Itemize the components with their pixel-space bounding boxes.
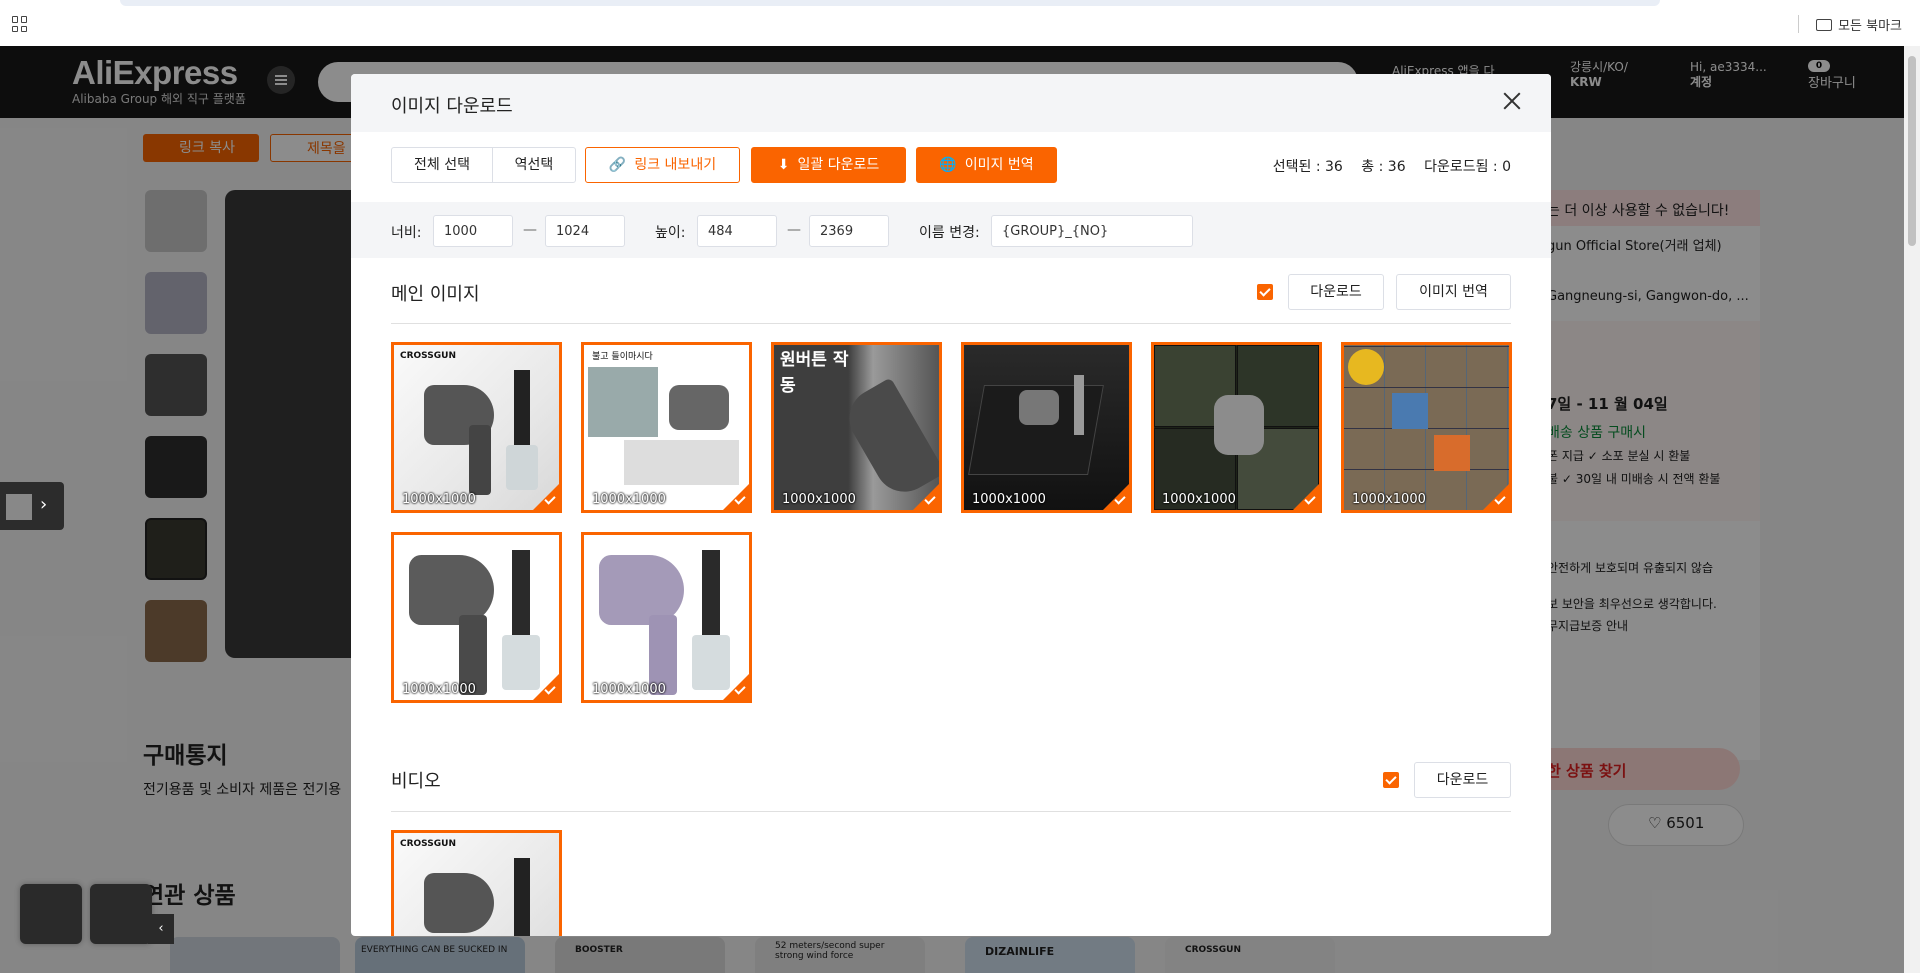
image-card[interactable]: 원버튼 작동 1000x1000 <box>771 342 942 513</box>
downloaded-count: 다운로드됨 : 0 <box>1424 159 1511 175</box>
bulk-download-button[interactable]: ⬇ 일괄 다운로드 <box>751 147 906 183</box>
invert-select-button[interactable]: 역선택 <box>492 147 576 183</box>
total-count: 총 : 36 <box>1361 159 1406 175</box>
image-card[interactable]: 1000x1000 <box>1151 342 1322 513</box>
side-image-widget[interactable]: › <box>0 482 64 530</box>
apps-grid-icon[interactable] <box>12 16 28 32</box>
folder-icon <box>1816 18 1833 31</box>
scroll-top-button[interactable] <box>20 884 82 944</box>
image-caption: 불고 들이마시다 <box>592 352 653 362</box>
image-download-modal: 이미지 다운로드 전체 선택 역선택 🔗 링크 내보내기 ⬇ 일괄 다운로드 🌐 이미… <box>351 74 1551 936</box>
main-translate-button[interactable]: 이미지 번역 <box>1396 274 1511 310</box>
selected-check-icon <box>723 484 749 510</box>
bookmarks-label: 모든 북마크 <box>1838 19 1902 34</box>
image-caption: CROSSGUN <box>400 351 456 361</box>
widget-thumbnail <box>6 494 32 520</box>
filter-row: 너비: — 높이: — 이름 변경: <box>351 202 1551 258</box>
image-caption: 원버튼 작동 <box>780 350 849 396</box>
image-card[interactable]: 1000x1000 <box>391 532 562 703</box>
download-icon: ⬇ <box>777 157 790 173</box>
select-all-button[interactable]: 전체 선택 <box>391 147 493 183</box>
image-card[interactable]: 1000x1000 <box>1341 342 1512 513</box>
video-section-checkbox[interactable] <box>1383 772 1399 788</box>
image-size-label: 1000x1000 <box>402 682 476 697</box>
rename-label: 이름 변경: <box>919 225 980 241</box>
rename-pattern-input[interactable] <box>991 215 1193 247</box>
range-dash: — <box>523 222 537 238</box>
selected-check-icon <box>533 484 559 510</box>
video-section-title: 비디오 <box>391 771 441 792</box>
selected-check-icon <box>723 674 749 700</box>
chevron-right-icon: › <box>40 494 48 515</box>
image-card[interactable]: 불고 들이마시다 1000x1000 <box>581 342 752 513</box>
height-min-input[interactable] <box>697 215 777 247</box>
video-download-button[interactable]: 다운로드 <box>1414 762 1511 798</box>
selected-check-icon <box>1293 484 1319 510</box>
selection-counts: 선택된 : 36 총 : 36 다운로드됨 : 0 <box>1259 156 1511 176</box>
chat-button[interactable] <box>90 884 152 944</box>
main-translate-label: 이미지 번역 <box>1419 284 1488 300</box>
close-icon[interactable] <box>1501 90 1523 112</box>
main-images-checkbox[interactable] <box>1257 284 1273 300</box>
image-card[interactable]: 1000x1000 <box>581 532 752 703</box>
image-card[interactable]: CROSSGUN 1000x1000 <box>391 342 562 513</box>
all-bookmarks-button[interactable]: 모든 북마크 <box>1798 15 1902 34</box>
section-divider <box>391 811 1511 812</box>
translate-images-label: 이미지 번역 <box>964 157 1034 173</box>
image-size-label: 1000x1000 <box>972 492 1046 507</box>
range-dash: — <box>787 222 801 238</box>
video-download-label: 다운로드 <box>1436 772 1489 788</box>
width-label: 너비: <box>391 225 422 241</box>
main-images-title: 메인 이미지 <box>391 284 480 305</box>
invert-select-label: 역선택 <box>514 157 554 173</box>
height-max-input[interactable] <box>809 215 889 247</box>
select-all-label: 전체 선택 <box>414 157 470 173</box>
modal-title: 이미지 다운로드 <box>391 96 513 117</box>
translate-images-button[interactable]: 🌐 이미지 번역 <box>916 147 1057 183</box>
selected-check-icon <box>1483 484 1509 510</box>
selected-check-icon <box>1103 484 1129 510</box>
scrollbar-thumb[interactable] <box>1908 56 1916 246</box>
selected-count: 선택된 : 36 <box>1272 159 1343 175</box>
page-scrollbar[interactable] <box>1904 46 1920 973</box>
width-max-input[interactable] <box>545 215 625 247</box>
selected-check-icon <box>913 484 939 510</box>
width-min-input[interactable] <box>433 215 513 247</box>
selected-check-icon <box>533 674 559 700</box>
main-download-button[interactable]: 다운로드 <box>1288 274 1384 310</box>
tab-strip <box>120 0 1660 6</box>
browser-toolbar: 모든 북마크 <box>0 0 1920 46</box>
modal-header: 이미지 다운로드 <box>351 74 1551 132</box>
video-caption: CROSSGUN <box>400 839 456 849</box>
export-links-button[interactable]: 🔗 링크 내보내기 <box>585 147 740 183</box>
video-card[interactable]: CROSSGUN <box>391 830 562 936</box>
image-card[interactable]: 1000x1000 <box>961 342 1132 513</box>
chevron-left-icon[interactable]: ‹ <box>148 914 174 944</box>
bulk-download-label: 일괄 다운로드 <box>797 157 880 173</box>
export-links-label: 링크 내보내기 <box>634 157 717 173</box>
video-thumbnail: CROSSGUN <box>394 833 559 936</box>
section-divider <box>391 323 1511 324</box>
main-download-label: 다운로드 <box>1310 284 1362 300</box>
height-label: 높이: <box>655 225 686 241</box>
image-size-label: 1000x1000 <box>1352 492 1426 507</box>
image-size-label: 1000x1000 <box>1162 492 1236 507</box>
link-icon: 🔗 <box>608 157 627 173</box>
image-size-label: 1000x1000 <box>402 492 476 507</box>
image-size-label: 1000x1000 <box>592 682 666 697</box>
image-size-label: 1000x1000 <box>782 492 856 507</box>
translate-icon: 🌐 <box>939 157 957 173</box>
image-size-label: 1000x1000 <box>592 492 666 507</box>
